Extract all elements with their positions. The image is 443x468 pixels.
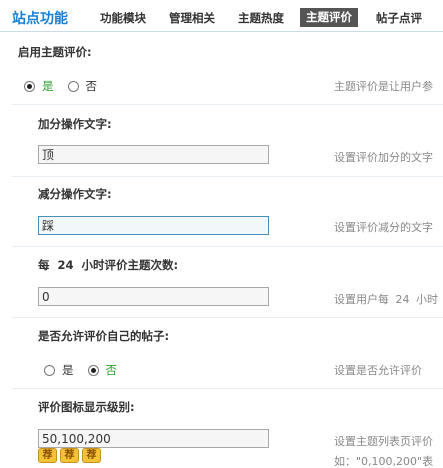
divider — [12, 176, 443, 177]
times-label-num: 24 — [57, 258, 74, 272]
minus-text-hint: 设置评价减分的文字 — [334, 221, 433, 234]
divider — [12, 388, 443, 389]
plus-text-label: 加分操作文字: — [38, 117, 112, 131]
site-title: 站点功能 — [12, 11, 68, 27]
enable-rating-hint: 主题评价是让用户参 — [334, 80, 433, 93]
tab-management[interactable]: 管理相关 — [169, 9, 215, 27]
allow-self-yes-radio[interactable] — [44, 364, 55, 376]
icon-level-label: 评价图标显示级别: — [38, 400, 135, 414]
times-per-day-hint: 设置用户每 24 小时 — [334, 291, 438, 307]
allow-self-yes-label[interactable]: 是 — [62, 362, 74, 378]
tab-function-modules[interactable]: 功能模块 — [100, 9, 146, 27]
minus-text-label: 减分操作文字: — [38, 187, 112, 201]
enable-no-label[interactable]: 否 — [86, 78, 98, 94]
allow-self-radios: 是 否 — [44, 362, 131, 378]
recommend-icon: 荐 — [60, 448, 79, 463]
minus-text-input[interactable] — [38, 216, 269, 235]
divider — [12, 246, 443, 247]
plus-text-hint: 设置评价加分的文字 — [334, 151, 433, 164]
times-label-suffix: 小时评价主题次数: — [81, 258, 179, 272]
times-per-day-input[interactable] — [38, 287, 269, 306]
enable-no-radio[interactable] — [67, 80, 79, 92]
divider — [12, 104, 443, 105]
times-hint-num: 24 — [395, 293, 410, 306]
tab-post-comment[interactable]: 帖子点评 — [376, 9, 422, 27]
enable-yes-label[interactable]: 是 — [42, 78, 54, 94]
allow-self-no-radio[interactable] — [87, 364, 99, 376]
icon-level-hint-example: 如："0,100,200"表 — [334, 455, 434, 468]
enable-yes-radio[interactable] — [24, 80, 35, 92]
recommend-icon: 荐 — [38, 448, 57, 463]
recommend-icon: 荐 — [82, 448, 101, 463]
enable-rating-radios: 是 否 — [24, 78, 111, 94]
icon-level-hint: 设置主题列表页评价 — [334, 435, 433, 448]
times-label-prefix: 每 — [38, 258, 50, 272]
allow-self-no-label[interactable]: 否 — [106, 362, 118, 378]
tab-topic-heat[interactable]: 主题热度 — [238, 9, 284, 27]
rating-icon-preview: 荐 荐 荐 — [38, 448, 101, 463]
plus-text-input[interactable] — [38, 145, 269, 164]
top-tab-bar: 站点功能 功能模块 管理相关 主题热度 主题评价 帖子点评 — [0, 0, 443, 32]
times-per-day-label: 每 24 小时评价主题次数: — [38, 257, 178, 273]
tab-topic-rating[interactable]: 主题评价 — [300, 8, 358, 27]
allow-self-label: 是否允许评价自己的帖子: — [38, 329, 170, 343]
times-hint-prefix: 设置用户每 — [334, 293, 389, 306]
divider — [12, 317, 443, 318]
icon-level-input[interactable] — [38, 429, 269, 448]
enable-rating-label: 启用主题评价: — [18, 45, 92, 59]
times-hint-suffix: 小时 — [416, 293, 438, 306]
allow-self-hint: 设置是否允许评价 — [334, 364, 422, 377]
